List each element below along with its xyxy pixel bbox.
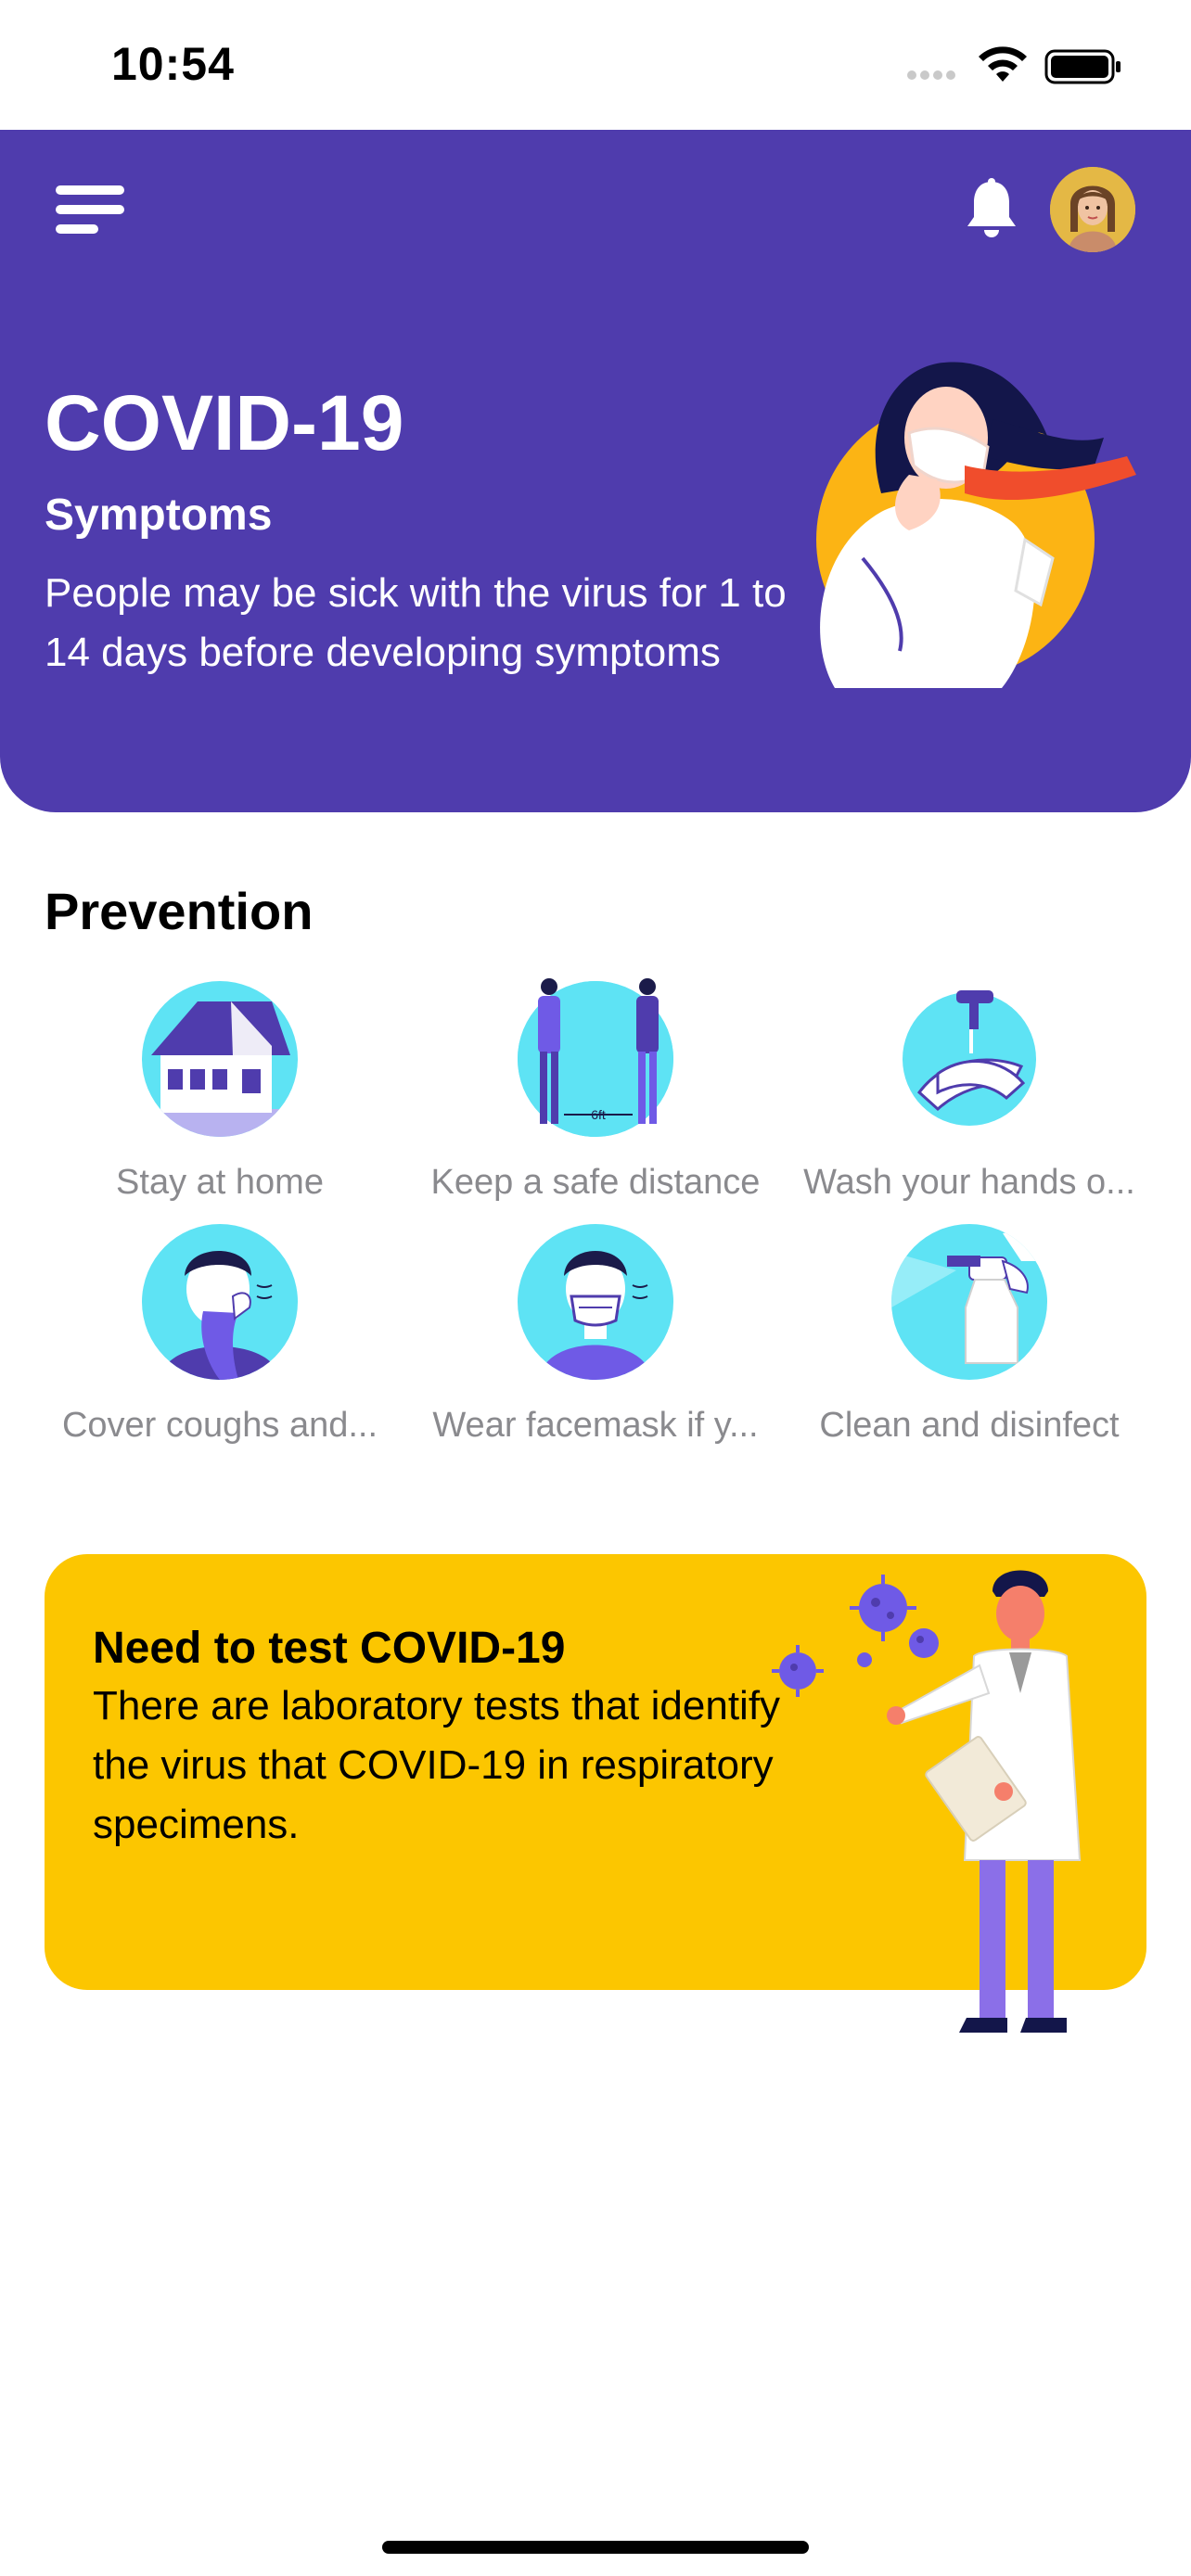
- cover-cough-icon: [142, 1224, 298, 1380]
- menu-icon[interactable]: [56, 182, 130, 237]
- prevention-item-clean-disinfect[interactable]: Clean and disinfect: [784, 1224, 1155, 1456]
- spray-bottle-icon: [891, 1224, 1047, 1380]
- prevention-label: Clean and disinfect: [819, 1406, 1120, 1445]
- prevention-item-cover-coughs[interactable]: Cover coughs and...: [34, 1224, 405, 1456]
- sneezing-woman-illustration: [816, 362, 1136, 688]
- bell-icon[interactable]: [963, 176, 1020, 241]
- signal-icon: [907, 65, 963, 83]
- prevention-item-facemask[interactable]: Wear facemask if y...: [410, 1224, 781, 1456]
- symptoms-header: COVID-19 Symptoms People may be sick wit…: [0, 130, 1191, 812]
- wifi-icon: [979, 46, 1027, 82]
- wash-hands-icon: [891, 981, 1047, 1137]
- prevention-item-wash-hands[interactable]: Wash your hands o...: [784, 981, 1155, 1213]
- avatar[interactable]: [1050, 167, 1135, 252]
- test-card-body: There are laboratory tests that identify…: [93, 1683, 781, 1847]
- prevention-label: Wash your hands o...: [803, 1163, 1135, 1202]
- svg-text:6ft: 6ft: [591, 1107, 606, 1122]
- prevention-label: Cover coughs and...: [61, 1406, 378, 1445]
- battery-icon: [1044, 49, 1121, 84]
- prevention-title: Prevention: [45, 882, 314, 940]
- home-indicator[interactable]: [382, 2541, 809, 2554]
- symptoms-description: People may be sick with the virus for 1 …: [45, 570, 787, 675]
- prevention-item-stay-home[interactable]: Stay at home: [34, 981, 405, 1213]
- prevention-label: Stay at home: [116, 1163, 324, 1202]
- prevention-label: Wear facemask if y...: [432, 1406, 759, 1445]
- section-subtitle: Symptoms: [45, 491, 273, 540]
- doctor-illustration: [772, 1570, 1082, 2033]
- distance-icon: 6ft: [518, 978, 673, 1137]
- page-title: COVID-19: [45, 379, 404, 466]
- status-bar: 10:54: [0, 0, 1191, 130]
- house-icon: [142, 981, 298, 1137]
- prevention-label: Keep a safe distance: [430, 1163, 761, 1202]
- prevention-item-safe-distance[interactable]: 6ft Keep a safe distance: [410, 978, 781, 1213]
- facemask-icon: [518, 1224, 673, 1380]
- test-card-title: Need to test COVID-19: [93, 1624, 566, 1673]
- status-time: 10:54: [111, 38, 235, 90]
